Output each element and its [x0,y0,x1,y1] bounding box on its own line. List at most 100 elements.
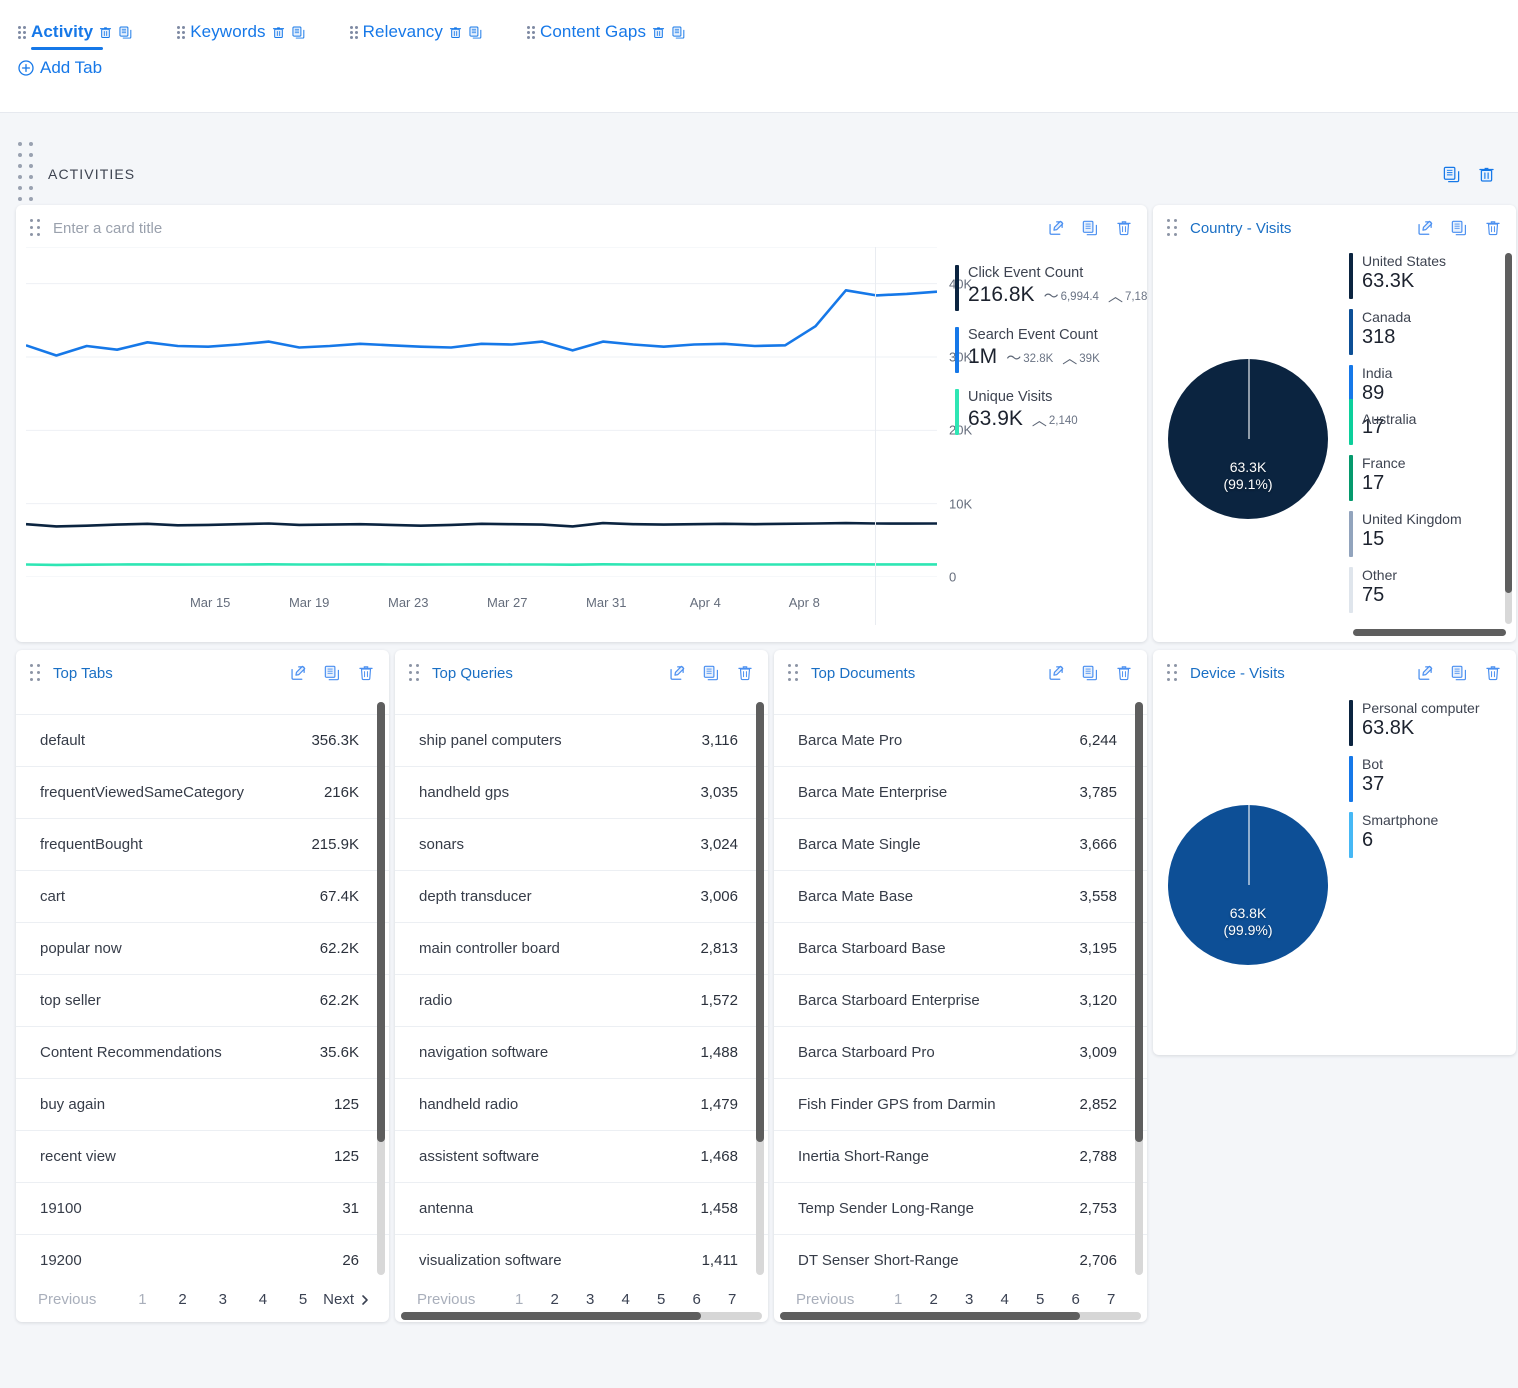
table-row[interactable]: Barca Mate Base 3,558 [774,870,1147,923]
duplicate-tab-icon[interactable] [671,25,686,40]
table-row[interactable]: radio 1,572 [395,974,768,1027]
table-scroll-thumb[interactable] [756,702,764,1142]
table-row[interactable]: recent view 125 [16,1130,389,1183]
delete-tab-icon[interactable] [98,25,113,40]
table-row[interactable]: frequentViewedSameCategory 216K [16,766,389,819]
duplicate-tab-icon[interactable] [118,25,133,40]
duplicate-card-icon[interactable] [1081,664,1099,682]
table-row[interactable]: Barca Starboard Enterprise 3,120 [774,974,1147,1027]
table-row[interactable]: top seller 62.2K [16,974,389,1027]
device-pie[interactable]: 63.8K (99.9%) [1168,805,1328,965]
pagination-page-5[interactable]: 5 [643,1291,679,1308]
section-drag-handle[interactable] [18,142,34,202]
table-row[interactable]: ship panel computers 3,116 [395,714,768,767]
edit-card-icon[interactable] [1416,219,1434,237]
country-card-scrollbar[interactable] [1353,629,1506,636]
table-row[interactable]: Temp Sender Long-Range 2,753 [774,1182,1147,1235]
pie-legend-item[interactable]: United States 63.3K [1349,253,1506,299]
pie-legend-item[interactable]: Canada 318 [1349,309,1506,355]
edit-card-icon[interactable] [289,664,307,682]
delete-card-icon[interactable] [1484,664,1502,682]
metric-legend-item[interactable]: Unique Visits 63.9K ︿ 2,140 [955,389,1147,435]
pagination-page-3[interactable]: 3 [951,1291,987,1308]
pie-legend-item[interactable]: Personal computer 63.8K [1349,700,1506,746]
metric-legend-item[interactable]: Click Event Count 216.8K 〜6,994.4 ︿7,184 [955,265,1147,311]
table-row[interactable]: default 356.3K [16,714,389,767]
card-title-input[interactable]: Enter a card title [53,220,1047,237]
table-row[interactable]: Inertia Short-Range 2,788 [774,1130,1147,1183]
table-row[interactable]: Barca Mate Enterprise 3,785 [774,766,1147,819]
tab-keywords[interactable]: Keywords [177,22,305,52]
pagination-page-5[interactable]: 5 [1022,1291,1058,1308]
duplicate-card-icon[interactable] [1081,219,1099,237]
metric-legend-item[interactable]: Search Event Count 1M 〜 32.8K ︿ 39K [955,327,1147,373]
edit-card-icon[interactable] [1047,219,1065,237]
pie-legend-item[interactable]: Smartphone 6 [1349,812,1506,858]
delete-card-icon[interactable] [1115,664,1133,682]
table-row[interactable]: Barca Mate Single 3,666 [774,818,1147,871]
pagination-page-3[interactable]: 3 [203,1291,243,1308]
pie-legend-item[interactable]: United Kingdom 15 [1349,511,1506,557]
table-row[interactable]: sonars 3,024 [395,818,768,871]
delete-card-icon[interactable] [357,664,375,682]
horizontal-scroll-track[interactable] [780,1312,1141,1320]
table-row[interactable]: buy again 125 [16,1078,389,1131]
tab-drag-handle[interactable] [349,25,358,39]
pagination-page-7[interactable]: 7 [1093,1291,1129,1308]
delete-tab-icon[interactable] [271,25,286,40]
table-row[interactable]: handheld radio 1,479 [395,1078,768,1131]
table-row[interactable]: depth transducer 3,006 [395,870,768,923]
table-row[interactable]: 19100 31 [16,1182,389,1235]
table-row[interactable]: Barca Starboard Pro 3,009 [774,1026,1147,1079]
add-tab-button[interactable]: Add Tab [18,58,102,78]
table-row[interactable]: DT Senser Short-Range 2,706 [774,1234,1147,1280]
pagination-page-1[interactable]: 1 [880,1291,916,1308]
horizontal-scroll-track[interactable] [401,1312,762,1320]
table-row[interactable]: popular now 62.2K [16,922,389,975]
edit-card-icon[interactable] [1416,664,1434,682]
pagination-page-4[interactable]: 4 [987,1291,1023,1308]
duplicate-card-icon[interactable] [1450,664,1468,682]
card-drag-handle[interactable] [1167,219,1178,237]
horizontal-scroll-thumb[interactable] [401,1312,701,1320]
country-pie[interactable]: 63.3K (99.1%) [1168,359,1328,519]
table-row[interactable]: frequentBought 215.9K [16,818,389,871]
country-legend-scroll-thumb[interactable] [1505,253,1512,593]
card-drag-handle[interactable] [1167,664,1178,682]
pagination-previous[interactable]: Previous [796,1291,854,1308]
card-drag-handle[interactable] [30,664,41,682]
table-row[interactable]: Barca Starboard Base 3,195 [774,922,1147,975]
table-scroll-thumb[interactable] [1135,702,1143,1142]
pagination-page-2[interactable]: 2 [537,1291,573,1308]
tab-relevancy[interactable]: Relevancy [349,22,483,52]
delete-card-icon[interactable] [736,664,754,682]
duplicate-tab-icon[interactable] [468,25,483,40]
pagination-page-4[interactable]: 4 [608,1291,644,1308]
pagination-page-2[interactable]: 2 [916,1291,952,1308]
pagination-page-4[interactable]: 4 [243,1291,283,1308]
pagination-page-7[interactable]: 7 [714,1291,750,1308]
duplicate-card-icon[interactable] [323,664,341,682]
pagination-page-6[interactable]: 6 [1058,1291,1094,1308]
delete-card-icon[interactable] [1115,219,1133,237]
pie-legend-item[interactable]: France 17 [1349,455,1506,501]
pie-legend-item[interactable]: Australia 17 [1349,399,1506,445]
duplicate-tab-icon[interactable] [291,25,306,40]
delete-tab-icon[interactable] [448,25,463,40]
table-row[interactable]: handheld gps 3,035 [395,766,768,819]
card-drag-handle[interactable] [788,664,799,682]
tab-content-gaps[interactable]: Content Gaps [526,22,686,52]
pie-legend-item[interactable]: Bot 37 [1349,756,1506,802]
tab-drag-handle[interactable] [526,25,535,39]
table-row[interactable]: main controller board 2,813 [395,922,768,975]
table-row[interactable]: visualization software 1,411 [395,1234,768,1280]
duplicate-card-icon[interactable] [1450,219,1468,237]
pie-legend-item[interactable]: Other 75 [1349,567,1506,613]
pagination-next[interactable]: Next [323,1291,371,1308]
pagination-previous[interactable]: Previous [417,1291,475,1308]
table-row[interactable]: assistent software 1,468 [395,1130,768,1183]
card-drag-handle[interactable] [409,664,420,682]
duplicate-section-icon[interactable] [1442,165,1461,184]
table-row[interactable]: antenna 1,458 [395,1182,768,1235]
table-row[interactable]: Fish Finder GPS from Darmin 2,852 [774,1078,1147,1131]
